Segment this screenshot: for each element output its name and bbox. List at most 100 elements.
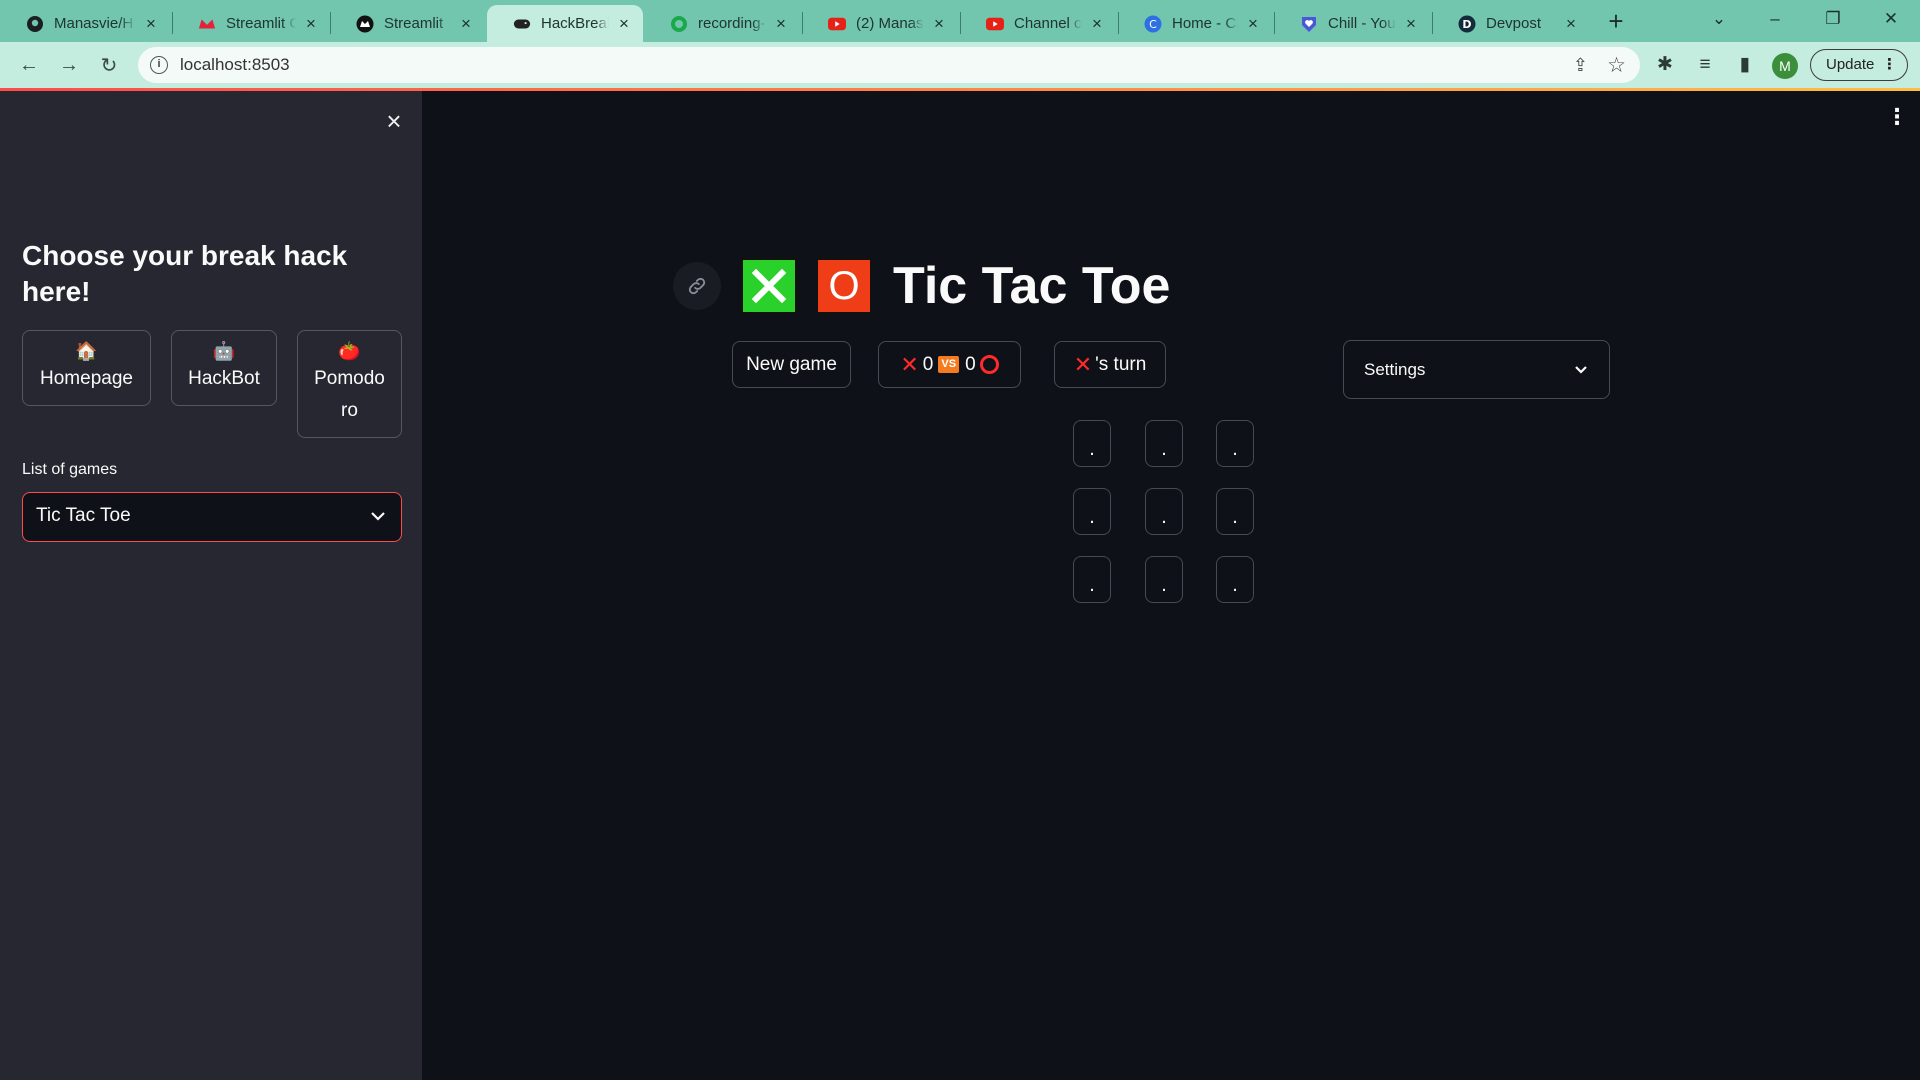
- tab-close-icon[interactable]: ×: [1562, 14, 1580, 33]
- turn-text: 's turn: [1095, 353, 1147, 375]
- board-cell-1-0[interactable]: .: [1073, 488, 1111, 535]
- profile-avatar[interactable]: M: [1772, 53, 1798, 79]
- tab-title: Devpost: [1486, 15, 1542, 32]
- board-cell-0-1[interactable]: .: [1145, 420, 1183, 467]
- tab-title: Manasvie/H: [54, 15, 134, 32]
- update-button[interactable]: Update ⋮: [1810, 49, 1908, 81]
- o-score: 0: [965, 353, 976, 375]
- x-mark-icon: ✕: [900, 351, 919, 377]
- browser-tab[interactable]: Chill - YouT ×: [1274, 5, 1430, 42]
- tab-close-icon[interactable]: ×: [930, 14, 948, 33]
- window-close-icon[interactable]: ✕: [1862, 4, 1920, 34]
- devpost-icon: D: [1458, 15, 1476, 33]
- sidebar: × Choose your break hack here! 🏠 Homepag…: [0, 91, 422, 1080]
- browser-tab[interactable]: D Devpost ×: [1432, 5, 1590, 42]
- board-cell-0-2[interactable]: .: [1216, 420, 1254, 467]
- address-bar[interactable]: i localhost:8503 ⇪ ☆: [138, 47, 1640, 83]
- hackbot-button[interactable]: 🤖 HackBot: [171, 330, 277, 406]
- x-score: 0: [922, 353, 934, 375]
- vs-badge: VS: [938, 356, 960, 373]
- youtube-icon: [828, 15, 846, 33]
- board-cell-1-2[interactable]: .: [1216, 488, 1254, 535]
- sidebar-close-icon[interactable]: ×: [382, 108, 406, 134]
- x-mark-icon: ✕: [1073, 351, 1093, 377]
- recording-icon: [670, 15, 688, 33]
- restore-icon[interactable]: ❐: [1804, 4, 1862, 34]
- browser-tab[interactable]: Streamlit Co ×: [172, 5, 330, 42]
- tab-title: Home - Ca: [1172, 15, 1238, 32]
- tab-close-icon[interactable]: ×: [1402, 14, 1420, 33]
- share-icon[interactable]: ⇪: [1573, 55, 1588, 76]
- minimize-icon[interactable]: –: [1746, 4, 1804, 34]
- new-tab-button[interactable]: +: [1601, 6, 1631, 36]
- gamepad-icon: [513, 15, 531, 33]
- robot-icon: 🤖: [212, 341, 236, 361]
- turn-indicator-button[interactable]: ✕ 's turn: [1054, 341, 1166, 388]
- tab-close-icon[interactable]: ×: [1088, 14, 1106, 33]
- tab-close-icon[interactable]: ×: [1244, 14, 1262, 33]
- url-text[interactable]: localhost:8503: [180, 55, 290, 75]
- homepage-label: Homepage: [40, 368, 133, 389]
- browser-menu-icon: ⋮: [1882, 56, 1897, 73]
- bookmark-star-icon[interactable]: ☆: [1607, 53, 1626, 78]
- tab-title: Channel co: [1014, 15, 1082, 32]
- browser-tab[interactable]: Channel co ×: [960, 5, 1116, 42]
- browser-tab[interactable]: C Home - Ca ×: [1118, 5, 1272, 42]
- side-panel-icon[interactable]: ▮: [1730, 50, 1760, 80]
- board-cell-0-0[interactable]: .: [1073, 420, 1111, 467]
- site-info-icon[interactable]: i: [150, 56, 168, 74]
- tab-title: recording-2: [698, 15, 766, 32]
- media-queue-icon[interactable]: ≡: [1690, 50, 1720, 80]
- browser-tab[interactable]: HackBreak- ×: [487, 5, 643, 42]
- tab-close-icon[interactable]: ×: [457, 14, 475, 33]
- homepage-button[interactable]: 🏠 Homepage: [22, 330, 151, 406]
- tab-title: HackBreak-: [541, 15, 609, 32]
- board-cell-1-1[interactable]: .: [1145, 488, 1183, 535]
- tab-title: Streamlit: [384, 15, 444, 32]
- forward-icon[interactable]: →: [54, 50, 84, 80]
- browser-tab[interactable]: Manasvie/H ×: [0, 5, 170, 42]
- browser-tab[interactable]: Streamlit ×: [330, 5, 485, 42]
- youtube-icon: [986, 15, 1004, 33]
- main-menu-icon[interactable]: ⋮: [1886, 106, 1908, 134]
- tomato-icon: 🍅: [338, 341, 361, 361]
- games-select-value: Tic Tac Toe: [36, 505, 131, 526]
- score-button[interactable]: ✕ 0 VS 0: [878, 341, 1021, 388]
- svg-text:D: D: [1462, 18, 1471, 31]
- board-cell-2-2[interactable]: .: [1216, 556, 1254, 603]
- tab-title: Chill - YouT: [1328, 15, 1396, 32]
- x-logo-icon: [740, 257, 798, 315]
- canva-icon: C: [1144, 15, 1162, 33]
- extensions-puzzle-icon[interactable]: ✱: [1650, 50, 1680, 80]
- tab-close-icon[interactable]: ×: [772, 14, 790, 33]
- tab-close-icon[interactable]: ×: [615, 14, 633, 33]
- board-cell-2-1[interactable]: .: [1145, 556, 1183, 603]
- tab-close-icon[interactable]: ×: [302, 14, 320, 33]
- tab-close-icon[interactable]: ×: [142, 14, 160, 33]
- heart-shield-icon: [1300, 15, 1318, 33]
- games-list-label: List of games: [22, 461, 118, 478]
- github-icon: [26, 15, 44, 33]
- house-icon: 🏠: [75, 341, 98, 361]
- hackbot-label: HackBot: [188, 368, 260, 389]
- browser-tabstrip: Manasvie/H×Streamlit Co×Streamlit×HackBr…: [0, 0, 1920, 42]
- board-cell-2-0[interactable]: .: [1073, 556, 1111, 603]
- pomodoro-label: Pomodo ro: [314, 368, 385, 421]
- settings-expander[interactable]: Settings: [1343, 340, 1610, 399]
- back-icon[interactable]: ←: [14, 50, 44, 80]
- new-game-button[interactable]: New game: [732, 341, 851, 388]
- chevron-down-icon: [1573, 341, 1589, 421]
- reload-icon[interactable]: ↻: [94, 50, 124, 80]
- streamlit-crown-icon: [198, 15, 216, 33]
- tab-search-icon[interactable]: ⌄: [1690, 4, 1748, 34]
- browser-tab[interactable]: (2) Manasvi ×: [802, 5, 958, 42]
- svg-text:C: C: [1149, 18, 1157, 31]
- pomodoro-button[interactable]: 🍅 Pomodo ro: [297, 330, 402, 438]
- chevron-down-icon: [370, 493, 386, 557]
- o-logo-icon: O: [815, 257, 873, 315]
- tab-title: (2) Manasvi: [856, 15, 924, 32]
- games-select[interactable]: Tic Tac Toe: [22, 492, 402, 542]
- browser-tab[interactable]: recording-2 ×: [644, 5, 800, 42]
- settings-label: Settings: [1364, 360, 1426, 379]
- anchor-link-icon[interactable]: [673, 262, 721, 310]
